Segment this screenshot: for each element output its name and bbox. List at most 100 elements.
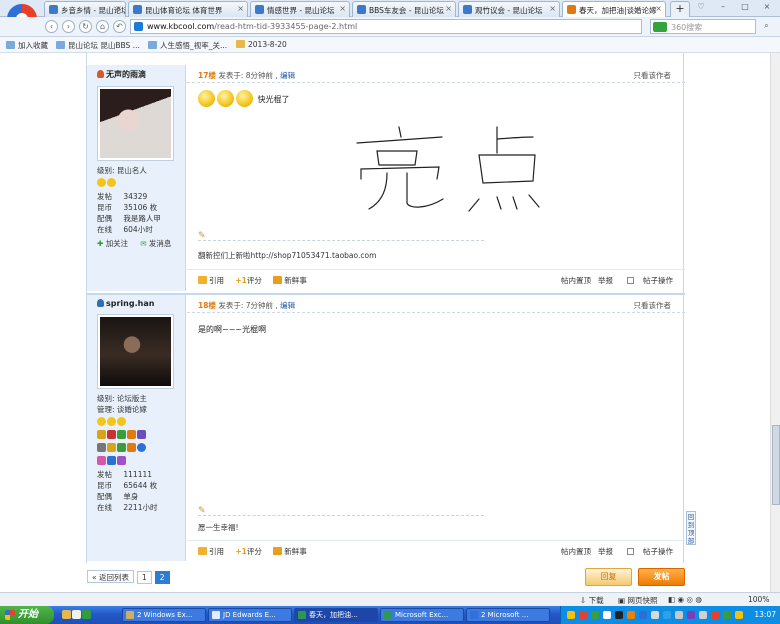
tray-icon[interactable] [723, 611, 731, 619]
download-button[interactable]: ⇩ 下载 [580, 595, 604, 606]
browser-icon[interactable] [82, 610, 91, 619]
back-to-list-button[interactable]: « 返回列表 [87, 570, 134, 583]
avatar[interactable] [97, 314, 174, 389]
tray-icon[interactable] [615, 611, 623, 619]
search-engine-icon [653, 22, 667, 32]
back-to-top-button[interactable]: 回到顶部 [686, 511, 696, 545]
browser-tab-active[interactable]: 春天，加把油|谈婚论嫁 × [562, 1, 666, 17]
report-link[interactable]: 举报 [598, 276, 613, 285]
bookmark-folder[interactable]: 2013-8-20 [236, 40, 287, 49]
post-body: 快光棍了 [198, 90, 668, 107]
back-icon[interactable]: ‹ [45, 20, 58, 33]
only-author-link[interactable]: 只看该作者 [634, 70, 672, 81]
tray-icon[interactable] [699, 611, 707, 619]
browser-tab[interactable]: 乡音乡情 - 昆山论坛 × [44, 1, 126, 17]
follow-button[interactable]: ✚ 加关注 [97, 239, 134, 248]
close-tab-icon[interactable]: × [237, 4, 244, 13]
taskbar-button[interactable]: 2 Microsoft ... [466, 608, 550, 622]
tray-icon[interactable] [639, 611, 647, 619]
share-button[interactable]: 新鲜事 [273, 275, 307, 286]
new-tab-button[interactable]: + [670, 1, 690, 17]
tray-icon[interactable] [687, 611, 695, 619]
tray-icon[interactable] [603, 611, 611, 619]
badge-row [97, 456, 185, 467]
pin-link[interactable]: 帖内置顶 [561, 547, 591, 556]
web-snapshot-button[interactable]: ▣ 网页快照 [618, 595, 657, 606]
quote-button[interactable]: 引用 [198, 275, 224, 286]
bookmark-item[interactable]: 人生感悟_视率_关... [148, 40, 227, 51]
pin-link[interactable]: 帖内置顶 [561, 276, 591, 285]
refresh-icon[interactable]: ↻ [79, 20, 92, 33]
search-icon[interactable]: ⌕ [760, 20, 773, 33]
browser-tab[interactable]: 昆山体育论坛 体育世界 × [128, 1, 248, 17]
address-bar[interactable]: www.kbcool.com/read-htm-tid-3933455-page… [130, 19, 642, 34]
author-name[interactable]: spring.han [97, 299, 185, 308]
tray-icon[interactable] [735, 611, 743, 619]
skin-icon[interactable]: ♡ [690, 0, 712, 14]
avatar[interactable] [97, 86, 174, 161]
minimize-button[interactable]: – [712, 0, 734, 14]
reply-button[interactable]: 回复 [585, 568, 632, 586]
home-icon[interactable]: ⌂ [96, 20, 109, 33]
tray-icon[interactable] [627, 611, 635, 619]
share-button[interactable]: 新鲜事 [273, 546, 307, 557]
network-icon[interactable] [663, 611, 671, 619]
zoom-level[interactable]: 100% [748, 595, 769, 604]
tray-icon[interactable] [711, 611, 719, 619]
desktop-icon[interactable] [72, 610, 81, 619]
search-input[interactable]: 360搜索 [650, 19, 756, 34]
tray-icon[interactable] [651, 611, 659, 619]
tray-icon[interactable] [579, 611, 587, 619]
checkbox[interactable] [627, 548, 634, 555]
post-manage-option[interactable]: 帖子操作 [620, 276, 673, 285]
close-tab-icon[interactable]: × [655, 4, 662, 13]
author-name[interactable]: 无声的雨滴 [97, 69, 185, 80]
close-tab-icon[interactable]: × [339, 4, 346, 13]
vertical-scrollbar[interactable] [770, 53, 780, 606]
new-post-button[interactable]: 发帖 [638, 568, 685, 586]
signature-text[interactable]: 翻新控们上新啦http://shop71053471.taobao.com [198, 250, 376, 261]
forward-icon[interactable]: › [62, 20, 75, 33]
bookmark-item[interactable]: 昆山论坛 昆山BBS ... [56, 40, 140, 51]
volume-icon[interactable] [675, 611, 683, 619]
page-link-current[interactable]: 2 [154, 571, 170, 584]
floor-number[interactable]: 17楼 [198, 71, 216, 80]
page-link[interactable]: 1 [136, 571, 152, 584]
browser-tab[interactable]: 情感世界 - 昆山论坛 × [250, 1, 350, 17]
checkbox[interactable] [627, 277, 634, 284]
stat-posts: 发帖 111111 [97, 470, 153, 479]
taskbar-button[interactable]: JD Edwards E... [208, 608, 292, 622]
folder-icon[interactable] [62, 610, 71, 619]
tray-icon[interactable] [567, 611, 575, 619]
rate-button[interactable]: +1评分 [235, 546, 262, 557]
close-tab-icon[interactable]: × [115, 4, 122, 13]
undo-close-icon[interactable]: ↶ [113, 20, 126, 33]
close-tab-icon[interactable]: × [549, 4, 556, 13]
close-tab-icon[interactable]: × [445, 4, 452, 13]
browser-tab[interactable]: BBS车友会 - 昆山论坛 × [352, 1, 456, 17]
smiley-medal-icon [97, 178, 106, 187]
close-window-button[interactable]: × [756, 0, 778, 14]
browser-tab[interactable]: 观竹议会 - 昆山论坛 × [458, 1, 560, 17]
tray-icon[interactable] [591, 611, 599, 619]
edit-link[interactable]: 编辑 [280, 301, 295, 310]
smiley-emoticon-icon [236, 90, 253, 107]
bookmark-item[interactable]: 加入收藏 [6, 40, 48, 51]
message-button[interactable]: ✉ 发消息 [140, 239, 177, 248]
clock[interactable]: 13:07 [754, 610, 776, 619]
quote-button[interactable]: 引用 [198, 546, 224, 557]
report-link[interactable]: 举报 [598, 547, 613, 556]
only-author-link[interactable]: 只看该作者 [634, 300, 672, 311]
rate-button[interactable]: +1评分 [235, 275, 262, 286]
maximize-button[interactable]: □ [734, 0, 756, 14]
post-manage-option[interactable]: 帖子操作 [620, 547, 673, 556]
edit-link[interactable]: 编辑 [280, 71, 295, 80]
taskbar-button[interactable]: Microsoft Exc... [380, 608, 464, 622]
start-button[interactable]: 开始 [0, 606, 54, 624]
stat-coins: 昆币 65644 枚 [97, 481, 158, 490]
scrollbar-thumb[interactable] [772, 425, 780, 505]
taskbar-button-active[interactable]: 春天，加把油... [294, 608, 378, 622]
floor-number[interactable]: 18楼 [198, 301, 216, 310]
taskbar-button[interactable]: 2 Windows Ex... [122, 608, 206, 622]
author-sidebar: spring.han 级别: 论坛版主 管理: 谈婚论嫁 发帖 111111 昆… [87, 295, 186, 561]
